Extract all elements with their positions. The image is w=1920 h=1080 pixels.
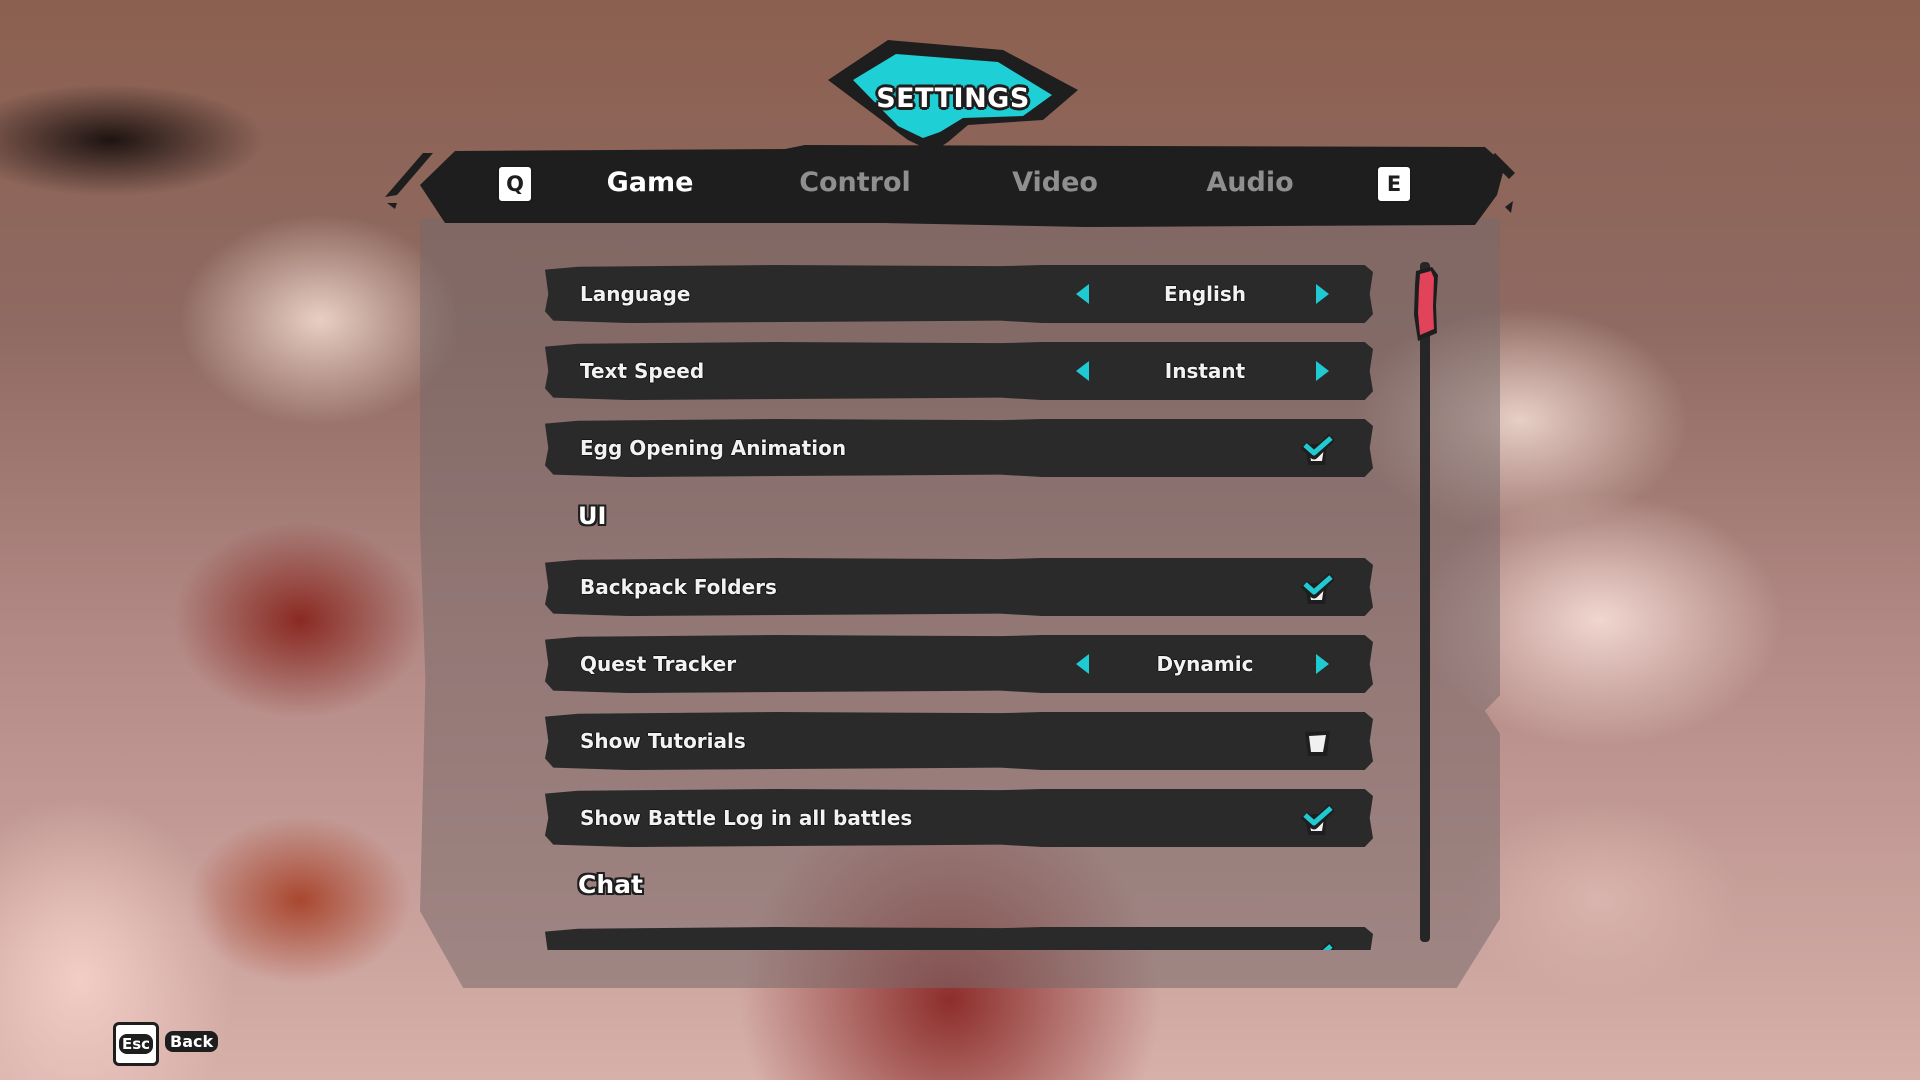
previous-option-arrow-icon[interactable] [1076, 361, 1089, 381]
setting-value: Instant [1164, 359, 1246, 383]
setting-value: English [1163, 282, 1247, 306]
setting-row-quest-tracker[interactable]: Quest Tracker Dynamic [545, 635, 1373, 693]
tab-video[interactable]: Video [980, 163, 1130, 203]
checkbox-checked-icon[interactable] [1300, 431, 1334, 467]
checkbox-checked-icon[interactable] [1300, 570, 1334, 606]
setting-row-backpack-folders[interactable]: Backpack Folders [545, 558, 1373, 616]
section-title-chat: Chat [578, 870, 643, 899]
page-title: SETTINGS [876, 83, 1030, 114]
scrollbar-thumb[interactable] [1410, 265, 1440, 345]
checkbox-checked-icon[interactable] [1300, 801, 1334, 837]
setting-label: Show Battle Log in all battles [580, 806, 913, 830]
settings-list: Language English Text Speed Instant Egg … [540, 258, 1385, 950]
next-option-arrow-icon[interactable] [1316, 361, 1329, 381]
tab-control[interactable]: Control [770, 163, 940, 203]
previous-option-arrow-icon[interactable] [1076, 284, 1089, 304]
checkbox-checked-icon[interactable] [1300, 939, 1334, 950]
prev-tab-key-q[interactable]: Q [497, 165, 533, 203]
setting-label: Text Speed [580, 359, 705, 383]
setting-row-language[interactable]: Language English [545, 265, 1373, 323]
esc-key-label: Esc [118, 1034, 154, 1054]
next-option-arrow-icon[interactable] [1316, 284, 1329, 304]
setting-value: Dynamic [1156, 652, 1254, 676]
setting-row-show-battle-log[interactable]: Show Battle Log in all battles [545, 789, 1373, 847]
scrollbar-track[interactable] [1420, 262, 1430, 942]
setting-row-chat-partial[interactable] [545, 927, 1373, 950]
setting-label: Backpack Folders [580, 575, 777, 599]
setting-row-text-speed[interactable]: Text Speed Instant [545, 342, 1373, 400]
tab-audio[interactable]: Audio [1175, 163, 1325, 203]
settings-title-badge: SETTINGS [828, 40, 1078, 152]
setting-row-egg-opening-animation[interactable]: Egg Opening Animation [545, 419, 1373, 477]
tab-bar: Q Game Control Video Audio E [385, 145, 1515, 227]
esc-key-icon[interactable]: Esc [113, 1022, 159, 1066]
back-label[interactable]: Back [165, 1031, 219, 1052]
section-title-ui: UI [578, 502, 607, 530]
setting-label: Egg Opening Animation [580, 436, 847, 460]
tab-game[interactable]: Game [570, 163, 730, 203]
next-tab-key-e[interactable]: E [1376, 165, 1412, 203]
next-option-arrow-icon[interactable] [1316, 654, 1329, 674]
setting-label: Show Tutorials [580, 729, 746, 753]
previous-option-arrow-icon[interactable] [1076, 654, 1089, 674]
setting-row-show-tutorials[interactable]: Show Tutorials [545, 712, 1373, 770]
checkbox-unchecked-icon[interactable] [1300, 724, 1334, 760]
setting-label: Language [580, 282, 691, 306]
setting-label: Quest Tracker [580, 652, 737, 676]
tab-bar-shape [385, 145, 1515, 227]
